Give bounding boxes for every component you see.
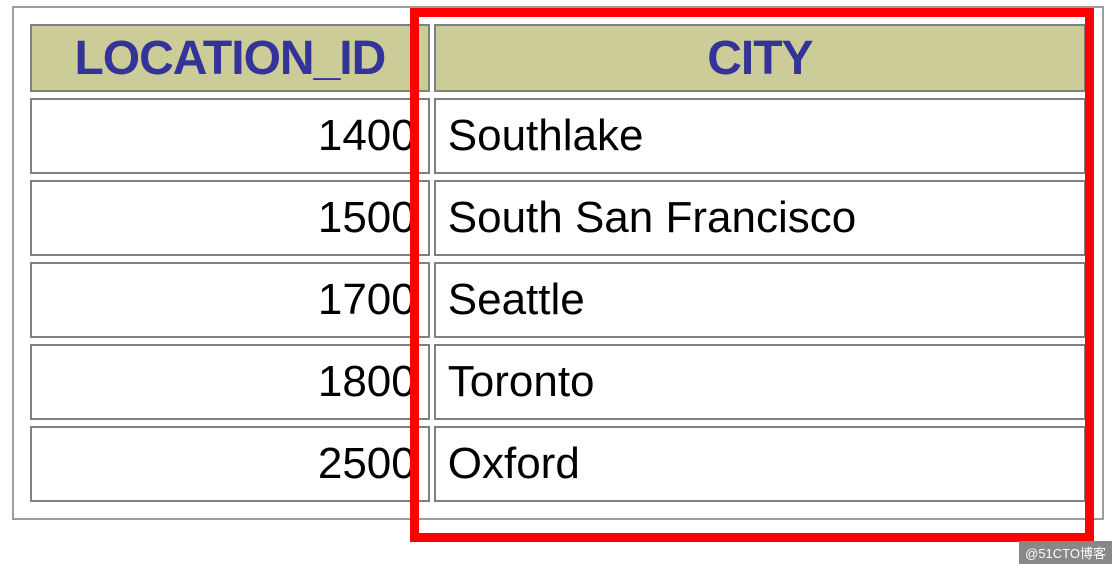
cell-city: Southlake xyxy=(434,98,1086,174)
table-row: 1400 Southlake xyxy=(30,98,1086,174)
table-row: 1700 Seattle xyxy=(30,262,1086,338)
cell-location-id: 1800 xyxy=(30,344,430,420)
table-header-row: LOCATION_ID CITY xyxy=(30,24,1086,92)
cell-city: Oxford xyxy=(434,426,1086,502)
header-location-id: LOCATION_ID xyxy=(30,24,430,92)
cell-location-id: 1400 xyxy=(30,98,430,174)
locations-table: LOCATION_ID CITY 1400 Southlake 1500 Sou… xyxy=(26,18,1090,508)
cell-city: Toronto xyxy=(434,344,1086,420)
cell-city: Seattle xyxy=(434,262,1086,338)
cell-location-id: 2500 xyxy=(30,426,430,502)
cell-city: South San Francisco xyxy=(434,180,1086,256)
table-row: 1500 South San Francisco xyxy=(30,180,1086,256)
cell-location-id: 1500 xyxy=(30,180,430,256)
cell-location-id: 1700 xyxy=(30,262,430,338)
table-row: 1800 Toronto xyxy=(30,344,1086,420)
table-row: 2500 Oxford xyxy=(30,426,1086,502)
watermark-label: @51CTO博客 xyxy=(1019,541,1112,564)
data-table-container: LOCATION_ID CITY 1400 Southlake 1500 Sou… xyxy=(12,6,1104,520)
header-city: CITY xyxy=(434,24,1086,92)
